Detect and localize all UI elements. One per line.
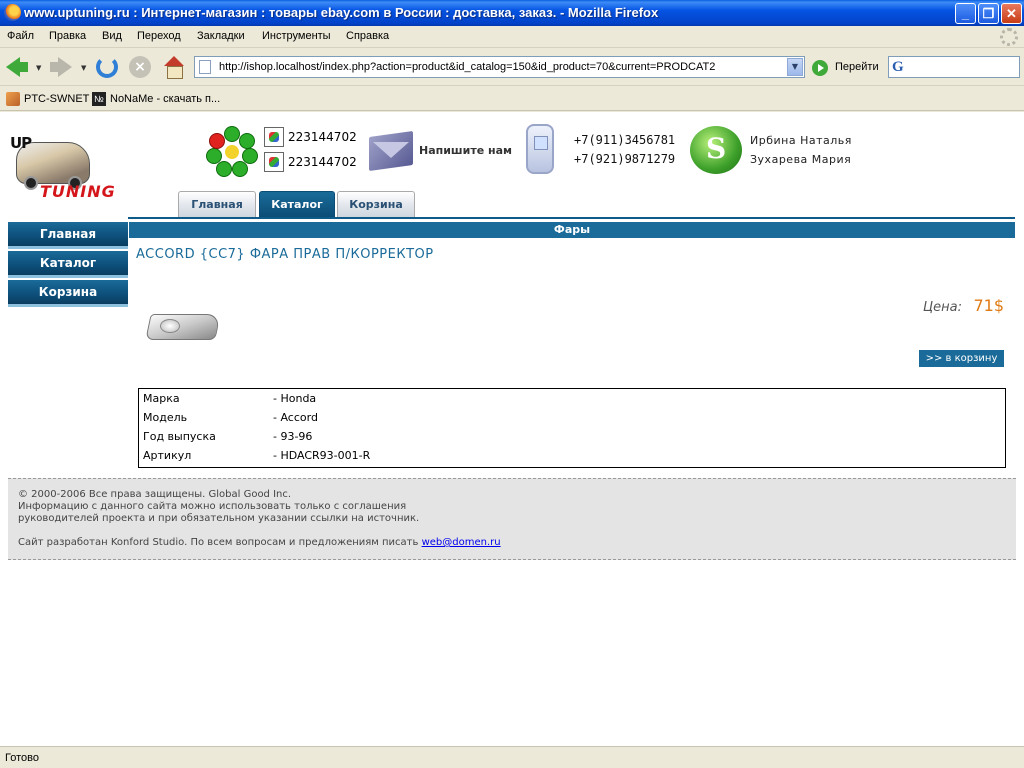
footer-developer-text: Сайт разработан Konford Studio. По всем … <box>18 537 419 548</box>
bookmarks-toolbar: PTC-SWNET № NoNaMe - скачать п... <box>0 87 1024 111</box>
menu-edit[interactable]: Правка <box>49 30 86 42</box>
menu-go[interactable]: Переход <box>137 30 181 42</box>
add-to-cart-button[interactable]: >> в корзину <box>919 350 1004 367</box>
status-bar: Готово <box>0 746 1024 768</box>
home-button[interactable] <box>161 54 187 80</box>
google-search-icon[interactable]: G <box>892 59 904 76</box>
forward-history-dropdown[interactable]: ▼ <box>81 64 86 72</box>
spec-value: - 93-96 <box>273 430 313 443</box>
site-logo[interactable]: UP TUNING <box>10 134 128 202</box>
spec-value: - Accord <box>273 411 318 424</box>
throbber-icon <box>1000 28 1018 46</box>
go-arrow-icon <box>812 60 828 76</box>
side-menu-catalog[interactable]: Каталог <box>8 251 128 278</box>
tabs-divider <box>128 217 1015 219</box>
category-heading: Фары <box>129 222 1015 238</box>
bookmark-noname[interactable]: № NoNaMe - скачать п... <box>92 92 220 106</box>
contact-name-2: Зухарева Мария <box>750 153 852 166</box>
logo-text-bottom: TUNING <box>40 182 116 201</box>
tab-catalog[interactable]: Каталог <box>259 191 335 217</box>
phone-number-1: +7(911)3456781 <box>574 133 676 147</box>
close-button[interactable]: ✕ <box>1001 3 1022 24</box>
menu-file[interactable]: Файл <box>7 30 34 42</box>
menu-help[interactable]: Справка <box>346 30 389 42</box>
url-text[interactable]: http://ishop.localhost/index.php?action=… <box>219 61 715 73</box>
envelope-icon[interactable] <box>369 128 415 172</box>
search-input[interactable]: G <box>888 56 1020 78</box>
bookmark-ptc-swnet[interactable]: PTC-SWNET <box>6 92 89 106</box>
phone-number-2: +7(921)9871279 <box>574 152 676 166</box>
back-button[interactable] <box>6 54 32 80</box>
spec-key: Модель <box>143 411 188 424</box>
rss-feed-icon <box>6 92 20 106</box>
side-menu-cart[interactable]: Корзина <box>8 280 128 307</box>
spec-key: Марка <box>143 392 180 405</box>
forward-arrow-icon <box>50 57 72 77</box>
price-label: Цена: <box>923 300 962 315</box>
minimize-button[interactable]: _ <box>955 3 976 24</box>
icq-flower-icon <box>206 126 258 178</box>
page-icon <box>199 60 211 74</box>
footer-copyright: © 2000-2006 Все права защищены. Global G… <box>18 489 292 500</box>
product-price: Цена: 71$ <box>923 296 1004 315</box>
product-image[interactable] <box>144 310 224 346</box>
url-dropdown-button[interactable]: ▼ <box>787 58 803 76</box>
window-title: www.uptuning.ru : Интернет-магазин : тов… <box>24 5 659 20</box>
tab-cart[interactable]: Корзина <box>337 191 415 217</box>
icq-number-2: 223144702 <box>288 155 357 169</box>
footer-text: Информацию с данного сайта можно использ… <box>18 501 407 512</box>
tab-home[interactable]: Главная <box>178 191 256 217</box>
menu-view[interactable]: Вид <box>102 30 122 42</box>
spec-key: Год выпуска <box>143 430 216 443</box>
status-text: Готово <box>5 752 39 764</box>
spec-value: - HDACR93-001-R <box>273 449 371 462</box>
back-arrow-icon <box>6 57 28 77</box>
logo-text-top: UP <box>10 134 32 152</box>
spec-value: - Honda <box>273 392 317 405</box>
skype-icon[interactable] <box>690 126 742 174</box>
side-menu-home[interactable]: Главная <box>8 222 128 249</box>
stop-icon: × <box>129 56 151 78</box>
footer-text: руководителей проекта и при обязательном… <box>18 513 420 524</box>
mobile-phone-icon <box>526 124 554 174</box>
bookmark-label: PTC-SWNET <box>24 92 90 105</box>
price-value: 71$ <box>973 296 1004 315</box>
icq-number-1: 223144702 <box>288 130 357 144</box>
footer-developer: Сайт разработан Konford Studio. По всем … <box>18 537 501 548</box>
numero-sign-icon: № <box>92 92 106 106</box>
product-title: ACCORD {CC7} ФАРА ПРАВ П/КОРРЕКТОР <box>136 247 434 262</box>
window-title-bar[interactable]: www.uptuning.ru : Интернет-магазин : тов… <box>0 0 1024 26</box>
write-us-link[interactable]: Напишите нам <box>419 144 512 157</box>
stop-button[interactable]: × <box>127 54 153 80</box>
icq-status-icon[interactable] <box>264 127 284 147</box>
contact-name-1: Ирбина Наталья <box>750 134 852 147</box>
go-label: Перейти <box>835 61 879 73</box>
menu-tools[interactable]: Инструменты <box>262 30 331 42</box>
product-specs-table: Марка - Honda Модель - Accord Год выпуск… <box>138 388 1006 468</box>
back-history-dropdown[interactable]: ▼ <box>36 64 41 72</box>
reload-button[interactable] <box>94 54 120 80</box>
footer-email-link[interactable]: web@domen.ru <box>422 537 501 548</box>
maximize-button[interactable]: ❐ <box>978 3 999 24</box>
reload-icon <box>96 56 118 78</box>
address-bar[interactable]: http://ishop.localhost/index.php?action=… <box>194 56 805 78</box>
menu-bar: Файл Правка Вид Переход Закладки Инструм… <box>0 26 1024 48</box>
wheel-icon <box>24 176 38 190</box>
firefox-icon <box>4 4 21 21</box>
bookmark-label: NoNaMe - скачать п... <box>110 92 221 105</box>
home-icon <box>163 56 185 79</box>
headlight-icon <box>145 314 221 340</box>
page-content: UP TUNING 223144702 223144702 Напишите н… <box>0 112 1024 746</box>
site-footer: © 2000-2006 Все права защищены. Global G… <box>8 478 1016 560</box>
forward-button[interactable] <box>50 54 76 80</box>
menu-bookmarks[interactable]: Закладки <box>197 30 245 42</box>
icq-status-icon[interactable] <box>264 152 284 172</box>
spec-key: Артикул <box>143 449 192 462</box>
